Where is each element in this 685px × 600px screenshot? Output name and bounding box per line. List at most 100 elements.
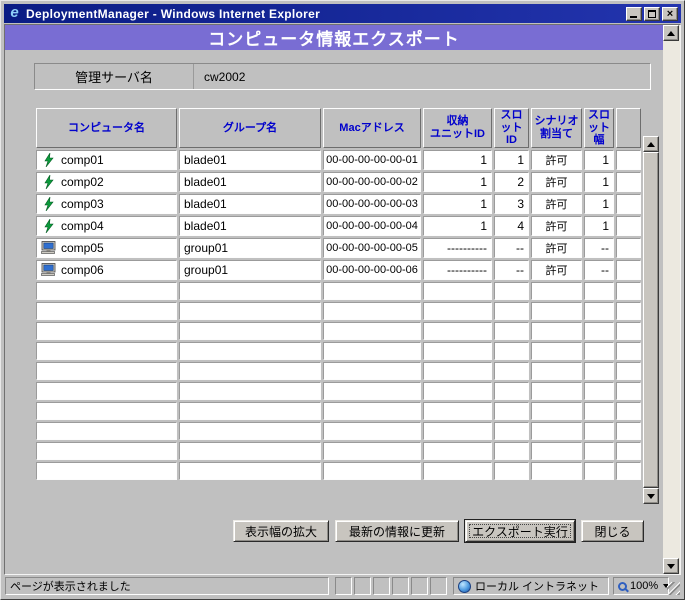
cell-computer-name: comp06 [36, 260, 177, 280]
cell-slot-width: -- [584, 260, 614, 280]
table-row: comp01 blade01 00-00-00-00-00-01 1 1 許可 … [36, 150, 641, 170]
table-row: comp04 blade01 00-00-00-00-00-04 1 4 許可 … [36, 216, 641, 236]
cell-scenario: 許可 [531, 172, 582, 192]
table-row: comp05 group01 00-00-00-00-00-05 -------… [36, 238, 641, 258]
cell-mac-address: 00-00-00-00-00-01 [323, 150, 421, 170]
status-bar: ページが表示されました ローカル イントラネット 100% [4, 576, 681, 596]
cell-unit-id: ---------- [423, 238, 492, 258]
table-scroll-up-button[interactable] [643, 136, 659, 152]
ie-logo-icon: e [7, 6, 22, 21]
zoom-control[interactable]: 100% [613, 577, 669, 595]
cell-unit-id: 1 [423, 172, 492, 192]
cell-slot-id: 2 [494, 172, 529, 192]
empty-table-row [36, 342, 641, 360]
cell-computer-name: comp01 [36, 150, 177, 170]
minimize-button[interactable] [626, 7, 642, 21]
cell-computer-name: comp04 [36, 216, 177, 236]
empty-table-row [36, 382, 641, 400]
cell-slot-id: 1 [494, 150, 529, 170]
cell-group-name: blade01 [179, 150, 321, 170]
arrow-up-icon [647, 142, 655, 147]
col-header-group-name: グループ名 [179, 108, 321, 148]
cell-filler [616, 194, 641, 214]
maximize-button[interactable] [644, 7, 660, 21]
cell-computer-name: comp02 [36, 172, 177, 192]
col-header-mac-address: Macアドレス [323, 108, 421, 148]
cell-computer-name: comp05 [36, 238, 177, 258]
cell-unit-id: ---------- [423, 260, 492, 280]
cell-slot-width: 1 [584, 194, 614, 214]
empty-table-row [36, 462, 641, 480]
cell-unit-id: 1 [423, 216, 492, 236]
computer-icon [41, 241, 57, 255]
blade-server-icon [41, 197, 57, 211]
cell-unit-id: 1 [423, 150, 492, 170]
cell-mac-address: 00-00-00-00-00-06 [323, 260, 421, 280]
security-zone-panel: ローカル イントラネット [453, 577, 609, 595]
blade-server-icon [41, 219, 57, 233]
empty-table-row [36, 322, 641, 340]
empty-table-row [36, 402, 641, 420]
close-button[interactable]: × [662, 7, 678, 21]
cell-filler [616, 238, 641, 258]
status-panel [430, 577, 447, 595]
status-panel [411, 577, 428, 595]
refresh-button[interactable]: 最新の情報に更新 [335, 520, 459, 542]
table-header-row: コンピュータ名 グループ名 Macアドレス 収納 ユニットID スロット ID … [36, 108, 641, 148]
server-name-box: 管理サーバ名 cw2002 [34, 63, 651, 90]
cell-group-name: blade01 [179, 172, 321, 192]
computer-table: コンピュータ名 グループ名 Macアドレス 収納 ユニットID スロット ID … [34, 106, 659, 504]
browser-window: e DeploymentManager - Windows Internet E… [0, 0, 685, 600]
col-header-scenario: シナリオ 割当て [531, 108, 582, 148]
col-header-filler [616, 108, 641, 148]
empty-table-row [36, 422, 641, 440]
page-scroll-up-button[interactable] [663, 25, 679, 41]
status-message: ページが表示されました [5, 577, 329, 595]
minimize-icon [630, 16, 637, 18]
empty-table-row [36, 442, 641, 460]
table-scroll-down-button[interactable] [643, 488, 659, 504]
cell-group-name: blade01 [179, 216, 321, 236]
cell-unit-id: 1 [423, 194, 492, 214]
expand-width-button[interactable]: 表示幅の拡大 [233, 520, 329, 542]
page-scroll-down-button[interactable] [663, 558, 679, 574]
close-dialog-button[interactable]: 閉じる [581, 520, 644, 542]
blade-server-icon [41, 153, 57, 167]
cell-scenario: 許可 [531, 194, 582, 214]
status-panel [373, 577, 390, 595]
status-panel [392, 577, 409, 595]
cell-slot-id: 3 [494, 194, 529, 214]
cell-group-name: blade01 [179, 194, 321, 214]
cell-mac-address: 00-00-00-00-00-03 [323, 194, 421, 214]
table-scrollbar[interactable] [643, 136, 659, 504]
cell-mac-address: 00-00-00-00-00-04 [323, 216, 421, 236]
cell-slot-id: 4 [494, 216, 529, 236]
blade-server-icon [41, 175, 57, 189]
browser-content-frame: コンピュータ情報エクスポート 管理サーバ名 cw2002 コンピュータ名 [4, 24, 681, 575]
col-header-slot-width: スロット 幅 [584, 108, 614, 148]
table-row: comp02 blade01 00-00-00-00-00-02 1 2 許可 … [36, 172, 641, 192]
table-row: comp06 group01 00-00-00-00-00-06 -------… [36, 260, 641, 280]
page-scrollbar-track[interactable] [663, 41, 680, 558]
cell-scenario: 許可 [531, 260, 582, 280]
cell-scenario: 許可 [531, 238, 582, 258]
action-button-row: 表示幅の拡大 最新の情報に更新 エクスポート実行 閉じる [233, 520, 644, 542]
arrow-up-icon [667, 31, 675, 36]
magnifier-icon [618, 582, 627, 591]
page-scrollbar[interactable] [663, 25, 680, 574]
cell-slot-id: -- [494, 260, 529, 280]
status-panel [354, 577, 371, 595]
server-name-label: 管理サーバ名 [35, 64, 194, 89]
col-header-computer-name: コンピュータ名 [36, 108, 177, 148]
export-button[interactable]: エクスポート実行 [465, 520, 575, 542]
table-scrollbar-thumb[interactable] [643, 152, 659, 488]
page-area: コンピュータ情報エクスポート 管理サーバ名 cw2002 コンピュータ名 [5, 25, 663, 574]
cell-slot-width: -- [584, 238, 614, 258]
resize-grip[interactable] [667, 582, 680, 595]
empty-table-row [36, 362, 641, 380]
cell-filler [616, 216, 641, 236]
table-row: comp03 blade01 00-00-00-00-00-03 1 3 許可 … [36, 194, 641, 214]
server-name-value: cw2002 [194, 64, 650, 89]
title-bar: e DeploymentManager - Windows Internet E… [4, 4, 681, 23]
cell-slot-width: 1 [584, 216, 614, 236]
